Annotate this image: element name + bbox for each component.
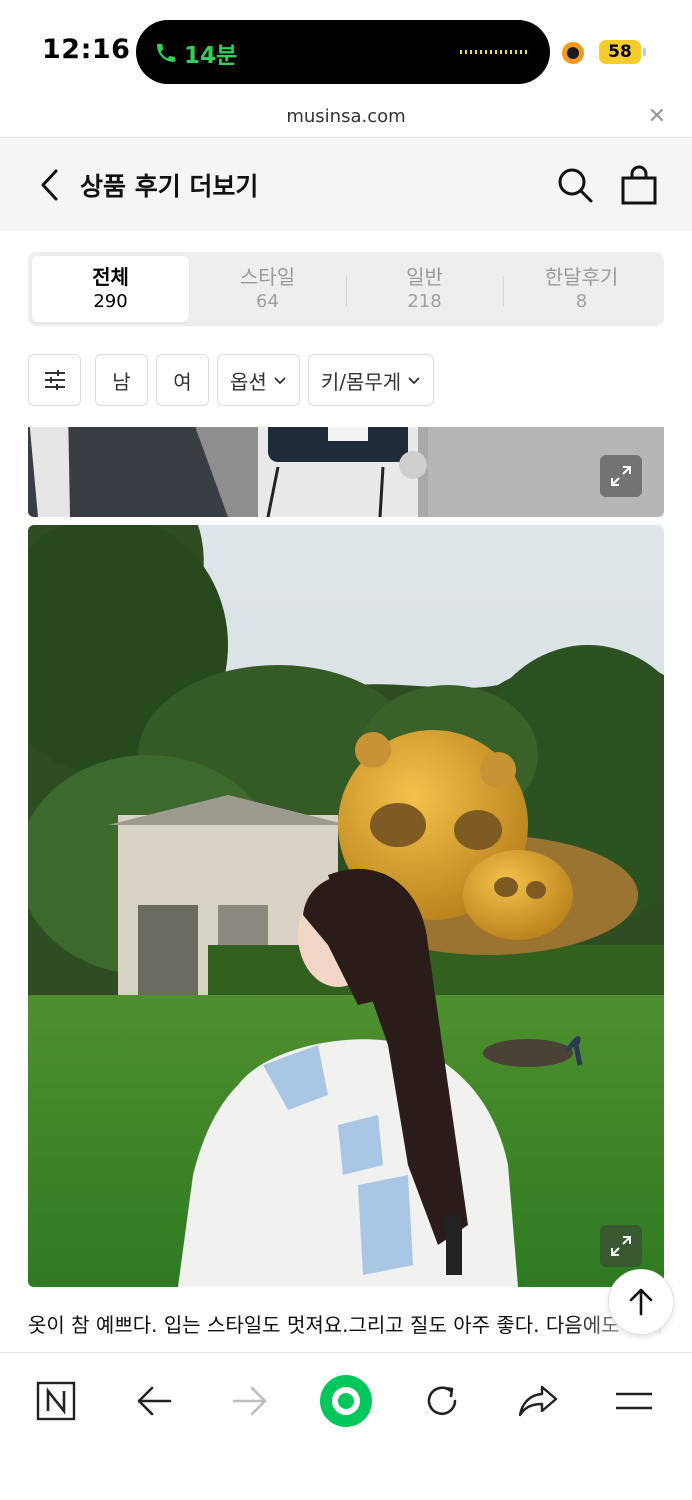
- tab-label: 일반: [406, 265, 443, 289]
- tab-divider: [346, 276, 347, 306]
- review-photo-image: [28, 427, 664, 517]
- expand-photo-button[interactable]: [600, 1225, 642, 1267]
- review-tabs: 전체 290 스타일 64 일반 218 한달후기 8: [28, 252, 664, 326]
- browser-toolbar: [0, 1352, 692, 1500]
- expand-icon: [611, 1236, 631, 1256]
- chevron-down-icon: [408, 377, 420, 385]
- dynamic-island[interactable]: 14분: [136, 20, 550, 84]
- filter-female[interactable]: 여: [156, 354, 209, 406]
- filter-height-weight-dropdown[interactable]: 키/몸무게: [307, 354, 435, 406]
- back-button[interactable]: [36, 167, 66, 203]
- page-title: 상품 후기 더보기: [80, 172, 259, 201]
- browser-back-button[interactable]: [128, 1375, 180, 1427]
- review-photo-image: [28, 525, 664, 1287]
- close-icon[interactable]: ✕: [648, 104, 666, 129]
- refresh-icon: [427, 1386, 457, 1416]
- back-arrow-icon: [137, 1386, 172, 1416]
- expand-icon: [611, 466, 631, 486]
- battery-indicator: 58: [599, 40, 646, 64]
- tab-style[interactable]: 스타일 64: [189, 256, 346, 322]
- menu-button[interactable]: [608, 1375, 660, 1427]
- filter-bar: 남 여 옵션 키/몸무게: [28, 354, 435, 408]
- tab-all[interactable]: 전체 290: [32, 256, 189, 322]
- menu-icon: [616, 1392, 652, 1410]
- tab-divider: [503, 276, 504, 306]
- status-bar: 12:16 14분 58: [0, 0, 692, 100]
- arrow-up-icon: [629, 1288, 653, 1316]
- review-feed[interactable]: 옷이 참 예쁘다. 입는 스타일도 멋져요.그리고 질도 아주 좋다. 다음에도…: [0, 427, 692, 1352]
- filter-settings-button[interactable]: [28, 354, 81, 406]
- refresh-button[interactable]: [416, 1375, 468, 1427]
- filter-option-label: 옵션: [230, 369, 267, 394]
- naver-home-button[interactable]: [30, 1375, 82, 1427]
- search-icon: [558, 168, 593, 203]
- recording-indicator-icon: [562, 42, 584, 64]
- search-button[interactable]: [556, 166, 594, 204]
- share-button[interactable]: [512, 1375, 564, 1427]
- scroll-to-top-button[interactable]: [608, 1269, 674, 1335]
- tab-label: 전체: [92, 265, 129, 289]
- tab-count: 290: [93, 291, 128, 312]
- shopping-bag-icon: [621, 165, 657, 205]
- forward-arrow-icon: [232, 1386, 267, 1416]
- url-text[interactable]: musinsa.com: [0, 106, 692, 127]
- review-photo[interactable]: [28, 427, 664, 517]
- tab-count: 64: [256, 291, 279, 312]
- share-icon: [518, 1385, 558, 1417]
- filter-option-dropdown[interactable]: 옵션: [217, 354, 300, 406]
- browser-forward-button[interactable]: [224, 1375, 276, 1427]
- status-time: 12:16: [42, 34, 131, 65]
- filter-male[interactable]: 남: [95, 354, 148, 406]
- audio-waveform-icon: [460, 50, 528, 54]
- naver-n-icon: [36, 1381, 76, 1421]
- chevron-down-icon: [274, 377, 286, 385]
- review-photo[interactable]: [28, 525, 664, 1287]
- phone-icon: [157, 44, 175, 62]
- url-bar[interactable]: musinsa.com ✕: [0, 100, 692, 138]
- filter-height-weight-label: 키/몸무게: [320, 369, 402, 394]
- tab-label: 스타일: [239, 265, 296, 289]
- tab-label: 한달후기: [544, 265, 619, 289]
- call-duration: 14분: [184, 43, 238, 69]
- tab-general[interactable]: 일반 218: [346, 256, 503, 322]
- call-indicator: 14분: [154, 36, 237, 70]
- tab-monthly[interactable]: 한달후기 8: [503, 256, 660, 322]
- chevron-left-icon: [41, 169, 58, 201]
- tab-count: 218: [407, 291, 442, 312]
- review-controls: 전체 290 스타일 64 일반 218 한달후기 8 남 여 옵션 키/몸무게: [0, 231, 692, 427]
- tab-count: 8: [575, 291, 588, 312]
- page-header: 상품 후기 더보기: [0, 139, 692, 231]
- home-green-circle-icon: [320, 1375, 372, 1427]
- green-dot-button[interactable]: [318, 1373, 374, 1429]
- filter-sliders-icon: [44, 370, 65, 390]
- expand-photo-button[interactable]: [600, 455, 642, 497]
- cart-button[interactable]: [620, 165, 658, 205]
